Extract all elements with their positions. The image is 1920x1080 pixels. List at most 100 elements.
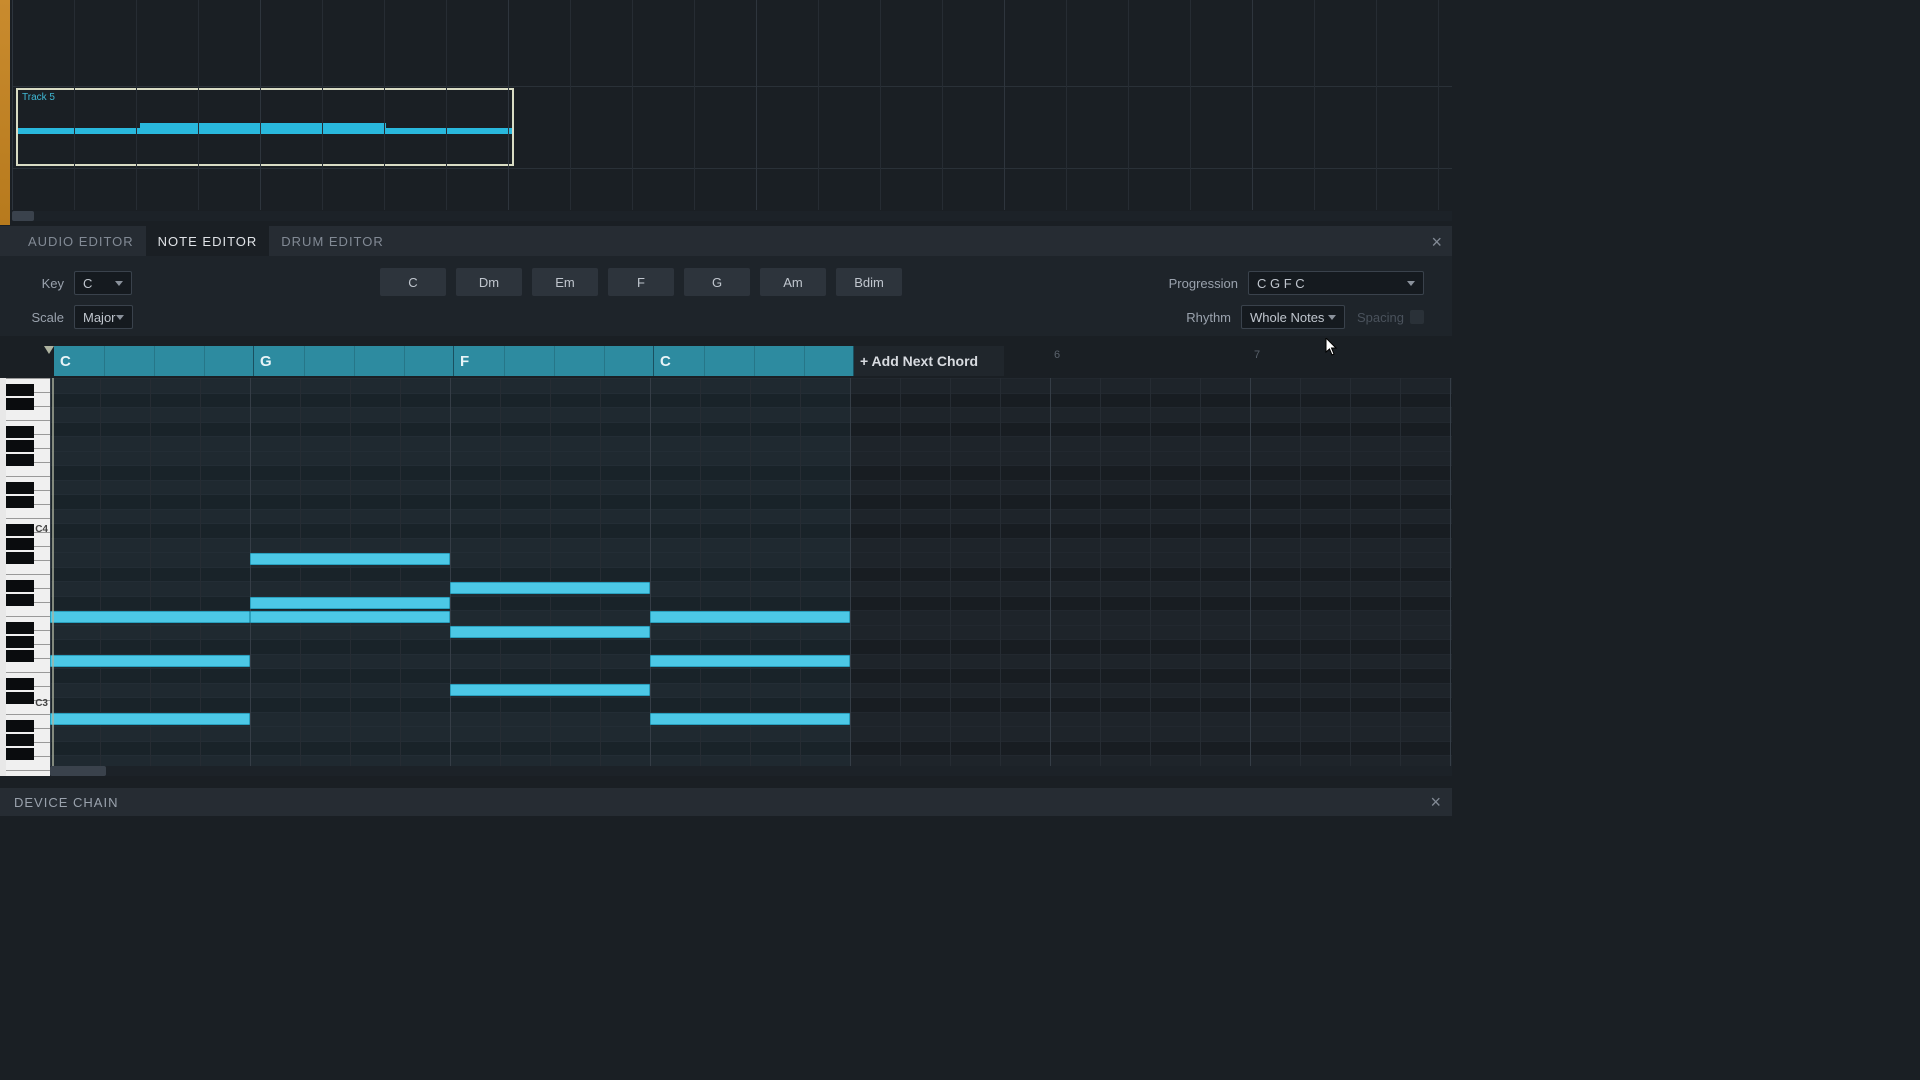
arr-gridline [570, 0, 571, 210]
note-editor-toolbar: Key C Scale Major C Dm Em FG Am Bdim Progress… [0, 256, 1452, 336]
arr-gridline [1376, 0, 1377, 210]
chord-button-am[interactable]: Am [760, 268, 826, 296]
progression-dropdown[interactable]: C G F C [1248, 271, 1424, 295]
key-label: Key [24, 276, 64, 291]
midi-note[interactable] [450, 684, 650, 696]
editor-tabbar: AUDIO EDITOR NOTE EDITOR DRUM EDITOR × [0, 226, 1452, 256]
arr-gridline [508, 0, 509, 210]
clip-content-bump [140, 123, 386, 133]
close-device-chain-icon[interactable]: × [1430, 792, 1442, 813]
spacing-label: Spacing [1357, 310, 1404, 325]
playhead-marker-icon [44, 346, 54, 354]
track-divider [12, 168, 1452, 169]
chevron-down-icon [1328, 315, 1336, 320]
progression-value: C G F C [1257, 276, 1305, 291]
arrangement-grid[interactable]: Track 5 [12, 0, 1452, 210]
clip-label: Track 5 [22, 92, 55, 103]
rhythm-dropdown[interactable]: Whole Notes [1241, 305, 1345, 329]
midi-note[interactable] [650, 611, 850, 623]
device-chain-bar[interactable]: DEVICE CHAIN × [0, 788, 1452, 816]
midi-note[interactable] [650, 655, 850, 667]
arr-gridline [1190, 0, 1191, 210]
arr-gridline [756, 0, 757, 210]
tab-audio-editor[interactable]: AUDIO EDITOR [16, 226, 146, 257]
rhythm-label: Rhythm [1186, 310, 1231, 325]
arr-gridline [1066, 0, 1067, 210]
arr-gridline [694, 0, 695, 210]
progression-label: Progression [1169, 276, 1238, 291]
arrangement-area: Track 5 [0, 0, 1452, 225]
arrangement-scrollbar-thumb[interactable] [12, 211, 34, 221]
playhead-marker-wrap[interactable] [44, 346, 54, 378]
tab-note-editor[interactable]: NOTE EDITOR [146, 226, 270, 257]
chord-button-f[interactable]: F [608, 268, 674, 296]
piano-keys[interactable]: C4 C3 [0, 378, 50, 776]
note-grid[interactable] [50, 378, 1452, 766]
key-label-c3: C3 [35, 698, 48, 709]
key-label-c4: C4 [35, 524, 48, 535]
playhead-line[interactable] [52, 378, 54, 776]
midi-note[interactable] [50, 713, 250, 725]
piano-roll: C4 C3 [0, 378, 1452, 776]
add-next-chord-button[interactable]: + Add Next Chord [854, 346, 1004, 376]
device-chain-label: DEVICE CHAIN [14, 795, 118, 810]
arr-gridline [1252, 0, 1253, 210]
midi-note[interactable] [50, 655, 250, 667]
arrangement-scrollbar[interactable] [12, 211, 1452, 221]
chord-block-c[interactable]: C [654, 346, 854, 376]
midi-note[interactable] [450, 582, 650, 594]
arr-gridline [1314, 0, 1315, 210]
midi-note[interactable] [450, 626, 650, 638]
key-dropdown[interactable]: C [74, 271, 132, 295]
scale-label: Scale [24, 310, 64, 325]
midi-note[interactable] [250, 611, 450, 623]
arr-gridline [1004, 0, 1005, 210]
chevron-down-icon [116, 315, 124, 320]
close-editor-icon[interactable]: × [1431, 232, 1442, 253]
arr-gridline [1438, 0, 1439, 210]
arr-gridline [446, 0, 447, 210]
midi-note[interactable] [250, 597, 450, 609]
midi-note[interactable] [250, 553, 450, 565]
midi-clip[interactable]: Track 5 [16, 88, 514, 166]
scale-dropdown[interactable]: Major [74, 305, 133, 329]
midi-note[interactable] [50, 611, 250, 623]
chord-button-bdim[interactable]: Bdim [836, 268, 902, 296]
track-color-strip [0, 0, 10, 225]
chord-button-dm[interactable]: Dm [456, 268, 522, 296]
midi-note[interactable] [650, 713, 850, 725]
timeline-number: 7 [1254, 349, 1260, 361]
chord-block-c[interactable]: C [54, 346, 254, 376]
pianoroll-scrollbar[interactable] [50, 766, 1452, 776]
chord-button-em[interactable]: Em [532, 268, 598, 296]
rhythm-value: Whole Notes [1250, 310, 1324, 325]
arr-gridline [880, 0, 881, 210]
arr-gridline [818, 0, 819, 210]
chord-blocks: CGFC+ Add Next Chord67 [54, 346, 1452, 378]
arr-gridline [1128, 0, 1129, 210]
chord-block-g[interactable]: G [254, 346, 454, 376]
scale-value: Major [83, 310, 116, 325]
arr-gridline [12, 0, 13, 210]
arr-gridline [136, 0, 137, 210]
keys-corner [0, 346, 50, 378]
tab-drum-editor[interactable]: DRUM EDITOR [269, 226, 395, 257]
arr-gridline [632, 0, 633, 210]
arr-gridline [260, 0, 261, 210]
spacing-checkbox[interactable] [1410, 310, 1424, 324]
chord-palette: C Dm Em FG Am Bdim [380, 268, 902, 296]
chord-button-g[interactable]: G [684, 268, 750, 296]
chevron-down-icon [1407, 281, 1415, 286]
key-scale-group: Key C Scale Major [24, 268, 133, 336]
chord-lane: CGFC+ Add Next Chord67 [0, 346, 1452, 378]
arr-gridline [322, 0, 323, 210]
chevron-down-icon [115, 281, 123, 286]
arr-gridline [198, 0, 199, 210]
pianoroll-scrollbar-thumb[interactable] [50, 766, 106, 776]
arr-gridline [384, 0, 385, 210]
timeline-number: 6 [1054, 349, 1060, 361]
chord-block-f[interactable]: F [454, 346, 654, 376]
track-divider [12, 86, 1452, 87]
chord-button-c[interactable]: C [380, 268, 446, 296]
key-value: C [83, 276, 92, 291]
